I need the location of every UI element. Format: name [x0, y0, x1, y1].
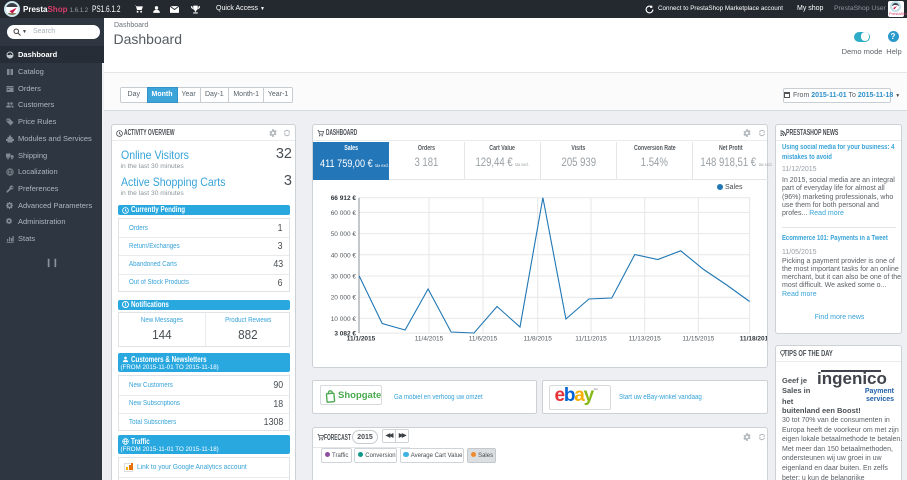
svg-text:50 000 €: 50 000 € — [331, 231, 357, 238]
svg-text:11/6/2015: 11/6/2015 — [469, 336, 498, 343]
svg-text:10 000 €: 10 000 € — [331, 316, 357, 323]
svg-text:30 000 €: 30 000 € — [331, 274, 357, 281]
svg-text:11/18/201: 11/18/201 — [740, 336, 767, 343]
svg-text:11/15/2015: 11/15/2015 — [682, 336, 714, 343]
svg-text:11/13/2015: 11/13/2015 — [629, 336, 661, 343]
svg-text:66 912 €: 66 912 € — [331, 195, 357, 202]
svg-text:20 000 €: 20 000 € — [331, 295, 357, 302]
svg-text:11/4/2015: 11/4/2015 — [415, 336, 444, 343]
svg-text:60 000 €: 60 000 € — [331, 210, 357, 217]
svg-text:11/1/2015: 11/1/2015 — [347, 336, 376, 343]
svg-text:11/8/2015: 11/8/2015 — [523, 336, 552, 343]
svg-text:40 000 €: 40 000 € — [331, 252, 357, 259]
svg-text:11/11/2015: 11/11/2015 — [575, 336, 607, 343]
